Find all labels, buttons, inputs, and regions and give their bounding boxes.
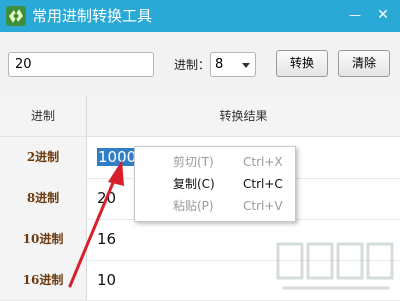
watermark-logo [276, 242, 394, 290]
